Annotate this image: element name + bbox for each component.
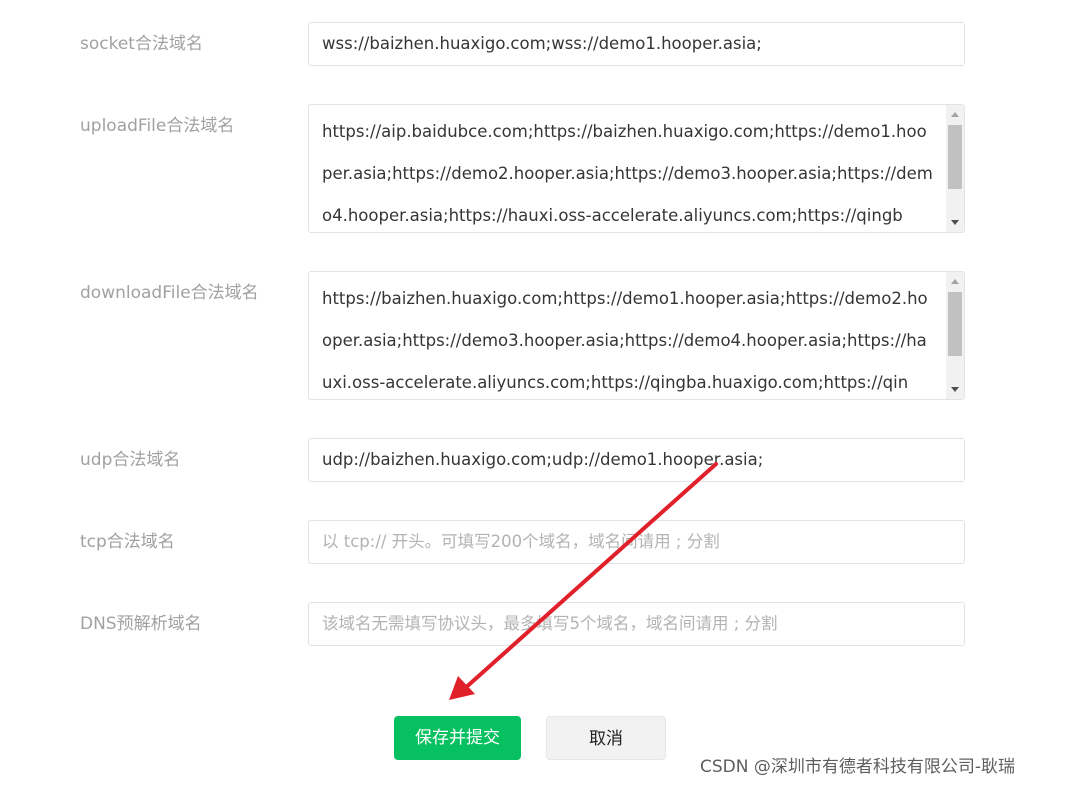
scroll-thumb[interactable] [948, 292, 962, 356]
dns-domain-placeholder: 该域名无需填写协议头，最多填写5个域名，域名间请用 ; 分割 [322, 614, 778, 633]
scroll-down-icon[interactable] [951, 220, 959, 225]
download-domain-textarea[interactable]: https://baizhen.huaxigo.com;https://demo… [308, 271, 965, 400]
scroll-up-icon[interactable] [951, 112, 959, 117]
upload-domain-textarea[interactable]: https://aip.baidubce.com;https://baizhen… [308, 104, 965, 233]
scroll-thumb[interactable] [948, 125, 962, 189]
download-scrollbar[interactable] [946, 272, 964, 399]
scroll-down-icon[interactable] [951, 387, 959, 392]
save-submit-button[interactable]: 保存并提交 [394, 716, 521, 760]
cancel-button[interactable]: 取消 [546, 716, 666, 760]
udp-domain-label: udp合法域名 [80, 450, 181, 470]
tcp-domain-input[interactable]: 以 tcp:// 开头。可填写200个域名，域名间请用 ; 分割 [308, 520, 965, 564]
download-domain-value: https://baizhen.huaxigo.com;https://demo… [322, 289, 928, 392]
udp-domain-input[interactable]: udp://baizhen.huaxigo.com;udp://demo1.ho… [308, 438, 965, 482]
scroll-up-icon[interactable] [951, 279, 959, 284]
upload-domain-label: uploadFile合法域名 [80, 116, 235, 136]
dns-domain-label: DNS预解析域名 [80, 614, 202, 634]
socket-domain-label: socket合法域名 [80, 34, 203, 54]
upload-scrollbar[interactable] [946, 105, 964, 232]
tcp-domain-placeholder: 以 tcp:// 开头。可填写200个域名，域名间请用 ; 分割 [322, 532, 720, 551]
tcp-domain-label: tcp合法域名 [80, 532, 175, 552]
download-domain-label: downloadFile合法域名 [80, 283, 259, 303]
socket-domain-input[interactable]: wss://baizhen.huaxigo.com;wss://demo1.ho… [308, 22, 965, 66]
socket-domain-value: wss://baizhen.huaxigo.com;wss://demo1.ho… [322, 34, 762, 53]
upload-domain-value: https://aip.baidubce.com;https://baizhen… [322, 122, 933, 225]
udp-domain-value: udp://baizhen.huaxigo.com;udp://demo1.ho… [322, 450, 764, 469]
dns-domain-input[interactable]: 该域名无需填写协议头，最多填写5个域名，域名间请用 ; 分割 [308, 602, 965, 646]
csdn-watermark: CSDN @深圳市有德者科技有限公司-耿瑞 [700, 757, 1016, 777]
